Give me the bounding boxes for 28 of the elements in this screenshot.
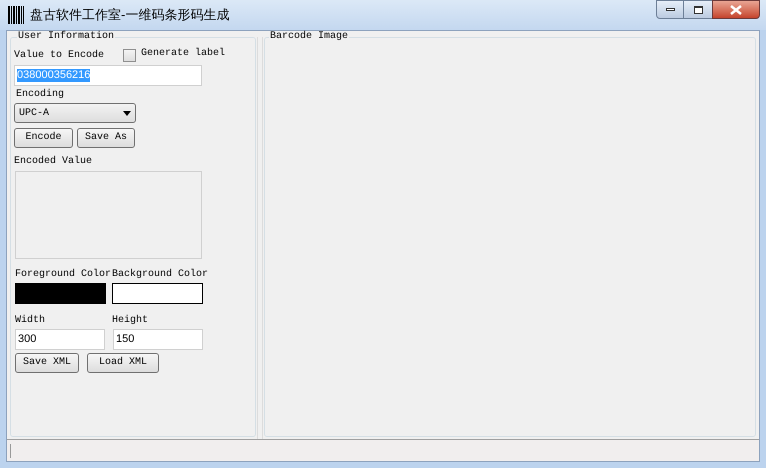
push-button[interactable]: Save XML — [15, 353, 79, 373]
checkbox-label: Generate label — [141, 48, 226, 60]
field-label: Height — [112, 315, 150, 327]
group-title: Barcode Image — [269, 31, 350, 43]
field-label: Background Color — [112, 269, 209, 281]
dropdown-value: UPC-A — [19, 106, 50, 120]
field-label: Encoded Value — [14, 156, 94, 168]
dropdown-arrow-icon — [123, 110, 131, 116]
close-icon — [730, 4, 742, 14]
field-label: Width — [15, 315, 46, 327]
minimize-button[interactable] — [656, 0, 684, 19]
barcode-icon — [8, 6, 24, 24]
field-label: Encoding — [16, 89, 66, 101]
field-label: Value to Encode — [14, 50, 106, 62]
close-button[interactable] — [712, 0, 760, 19]
encoding-dropdown[interactable]: UPC-A — [14, 103, 136, 123]
color-swatch[interactable] — [112, 283, 203, 304]
size-input[interactable]: 150 — [113, 329, 203, 350]
checkbox[interactable] — [123, 49, 136, 62]
maximize-button[interactable] — [684, 0, 712, 19]
push-button[interactable]: Save As — [77, 128, 135, 148]
push-button[interactable]: Load XML — [87, 353, 159, 373]
field-label: Foreground Color — [15, 269, 112, 281]
push-button[interactable]: Encode — [14, 128, 73, 148]
input-value: 038000356216 — [17, 69, 90, 82]
color-swatch[interactable] — [15, 283, 106, 304]
window-title: 盘古软件工作室-一维码条形码生成 — [30, 6, 230, 24]
size-input[interactable]: 300 — [15, 329, 105, 350]
